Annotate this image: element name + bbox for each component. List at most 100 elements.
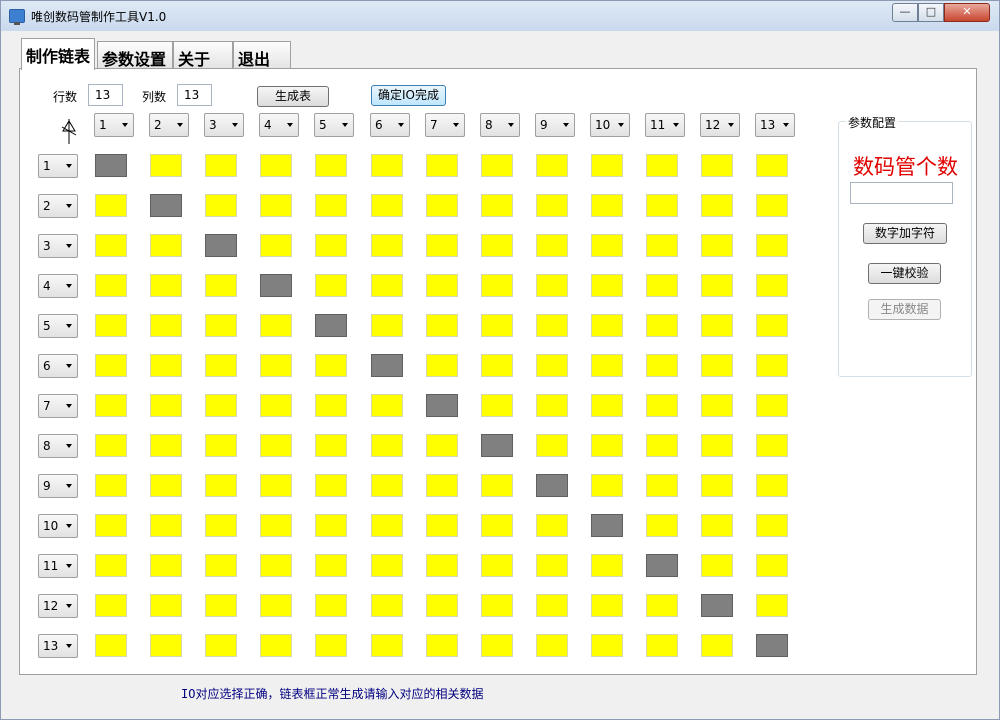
segment-cell[interactable] bbox=[205, 474, 237, 497]
segment-cell[interactable] bbox=[646, 474, 678, 497]
row-select-6[interactable]: 6 bbox=[38, 354, 78, 378]
segment-cell[interactable] bbox=[536, 394, 568, 417]
segment-cell[interactable] bbox=[536, 554, 568, 577]
segment-cell[interactable] bbox=[481, 274, 513, 297]
segment-cell[interactable] bbox=[481, 394, 513, 417]
row-select-7[interactable]: 7 bbox=[38, 394, 78, 418]
tab-exit[interactable]: 退出 bbox=[233, 41, 291, 69]
segment-cell[interactable] bbox=[701, 194, 733, 217]
segment-cell[interactable] bbox=[756, 354, 788, 377]
segment-cell[interactable] bbox=[371, 194, 403, 217]
segment-cell[interactable] bbox=[646, 354, 678, 377]
segment-cell-selected[interactable] bbox=[536, 474, 568, 497]
segment-cell[interactable] bbox=[205, 394, 237, 417]
segment-cell[interactable] bbox=[95, 514, 127, 537]
segment-cell[interactable] bbox=[536, 194, 568, 217]
segment-cell[interactable] bbox=[481, 474, 513, 497]
row-select-8[interactable]: 8 bbox=[38, 434, 78, 458]
segment-cell-selected[interactable] bbox=[260, 274, 292, 297]
segment-cell[interactable] bbox=[756, 434, 788, 457]
segment-cell[interactable] bbox=[646, 634, 678, 657]
segment-cell[interactable] bbox=[260, 434, 292, 457]
segment-cell[interactable] bbox=[591, 474, 623, 497]
segment-cell[interactable] bbox=[260, 194, 292, 217]
segment-cell-selected[interactable] bbox=[591, 514, 623, 537]
segment-cell[interactable] bbox=[646, 234, 678, 257]
segment-cell[interactable] bbox=[701, 514, 733, 537]
segment-cell[interactable] bbox=[481, 154, 513, 177]
segment-cell[interactable] bbox=[701, 634, 733, 657]
segment-cell[interactable] bbox=[205, 594, 237, 617]
row-select-9[interactable]: 9 bbox=[38, 474, 78, 498]
segment-cell[interactable] bbox=[150, 154, 182, 177]
segment-cell[interactable] bbox=[150, 594, 182, 617]
segment-cell[interactable] bbox=[95, 354, 127, 377]
column-select-3[interactable]: 3 bbox=[204, 113, 244, 137]
segment-cell[interactable] bbox=[591, 394, 623, 417]
segment-cell[interactable] bbox=[591, 274, 623, 297]
segment-cell[interactable] bbox=[481, 234, 513, 257]
confirm-io-button[interactable]: 确定IO完成 bbox=[371, 85, 446, 106]
segment-cell[interactable] bbox=[701, 554, 733, 577]
segment-cell[interactable] bbox=[150, 634, 182, 657]
segment-cell[interactable] bbox=[205, 194, 237, 217]
column-select-8[interactable]: 8 bbox=[480, 113, 520, 137]
segment-cell[interactable] bbox=[315, 474, 347, 497]
segment-cell[interactable] bbox=[756, 554, 788, 577]
segment-cell[interactable] bbox=[536, 274, 568, 297]
segment-cell[interactable] bbox=[481, 634, 513, 657]
segment-cell[interactable] bbox=[315, 634, 347, 657]
column-select-4[interactable]: 4 bbox=[259, 113, 299, 137]
segment-cell[interactable] bbox=[150, 514, 182, 537]
segment-cell[interactable] bbox=[426, 154, 458, 177]
segment-cell[interactable] bbox=[536, 634, 568, 657]
segment-cell[interactable] bbox=[591, 594, 623, 617]
row-select-3[interactable]: 3 bbox=[38, 234, 78, 258]
column-select-9[interactable]: 9 bbox=[535, 113, 575, 137]
segment-cell[interactable] bbox=[95, 394, 127, 417]
column-select-2[interactable]: 2 bbox=[149, 113, 189, 137]
segment-cell[interactable] bbox=[95, 434, 127, 457]
segment-cell[interactable] bbox=[701, 434, 733, 457]
title-bar[interactable]: 唯创数码管制作工具V1.0 — □ ✕ bbox=[1, 1, 999, 31]
segment-cell[interactable] bbox=[260, 554, 292, 577]
segment-cell[interactable] bbox=[371, 554, 403, 577]
column-select-10[interactable]: 10 bbox=[590, 113, 630, 137]
segment-cell[interactable] bbox=[646, 194, 678, 217]
segment-cell[interactable] bbox=[701, 274, 733, 297]
segment-cell-selected[interactable] bbox=[315, 314, 347, 337]
segment-cell[interactable] bbox=[756, 514, 788, 537]
segment-cell[interactable] bbox=[646, 394, 678, 417]
segment-cell[interactable] bbox=[205, 434, 237, 457]
segment-cell[interactable] bbox=[260, 154, 292, 177]
segment-cell[interactable] bbox=[756, 314, 788, 337]
segment-cell[interactable] bbox=[95, 474, 127, 497]
segment-cell-selected[interactable] bbox=[150, 194, 182, 217]
column-select-1[interactable]: 1 bbox=[94, 113, 134, 137]
segment-cell[interactable] bbox=[260, 514, 292, 537]
segment-cell[interactable] bbox=[205, 554, 237, 577]
segment-cell[interactable] bbox=[426, 474, 458, 497]
segment-cell[interactable] bbox=[591, 634, 623, 657]
segment-cell[interactable] bbox=[150, 274, 182, 297]
segment-cell[interactable] bbox=[205, 274, 237, 297]
segment-cell[interactable] bbox=[646, 274, 678, 297]
segment-cell[interactable] bbox=[150, 554, 182, 577]
segment-cell[interactable] bbox=[426, 314, 458, 337]
segment-cell[interactable] bbox=[591, 154, 623, 177]
segment-cell[interactable] bbox=[646, 154, 678, 177]
segment-cell[interactable] bbox=[646, 594, 678, 617]
segment-cell[interactable] bbox=[371, 514, 403, 537]
segment-cell[interactable] bbox=[481, 194, 513, 217]
segment-cell[interactable] bbox=[426, 234, 458, 257]
segment-cell[interactable] bbox=[95, 234, 127, 257]
segment-cell[interactable] bbox=[371, 474, 403, 497]
segment-cell[interactable] bbox=[426, 274, 458, 297]
segment-cell[interactable] bbox=[260, 634, 292, 657]
column-select-6[interactable]: 6 bbox=[370, 113, 410, 137]
segment-cell[interactable] bbox=[646, 434, 678, 457]
segment-cell[interactable] bbox=[426, 554, 458, 577]
segment-cell[interactable] bbox=[426, 434, 458, 457]
segment-cell-selected[interactable] bbox=[95, 154, 127, 177]
row-select-2[interactable]: 2 bbox=[38, 194, 78, 218]
